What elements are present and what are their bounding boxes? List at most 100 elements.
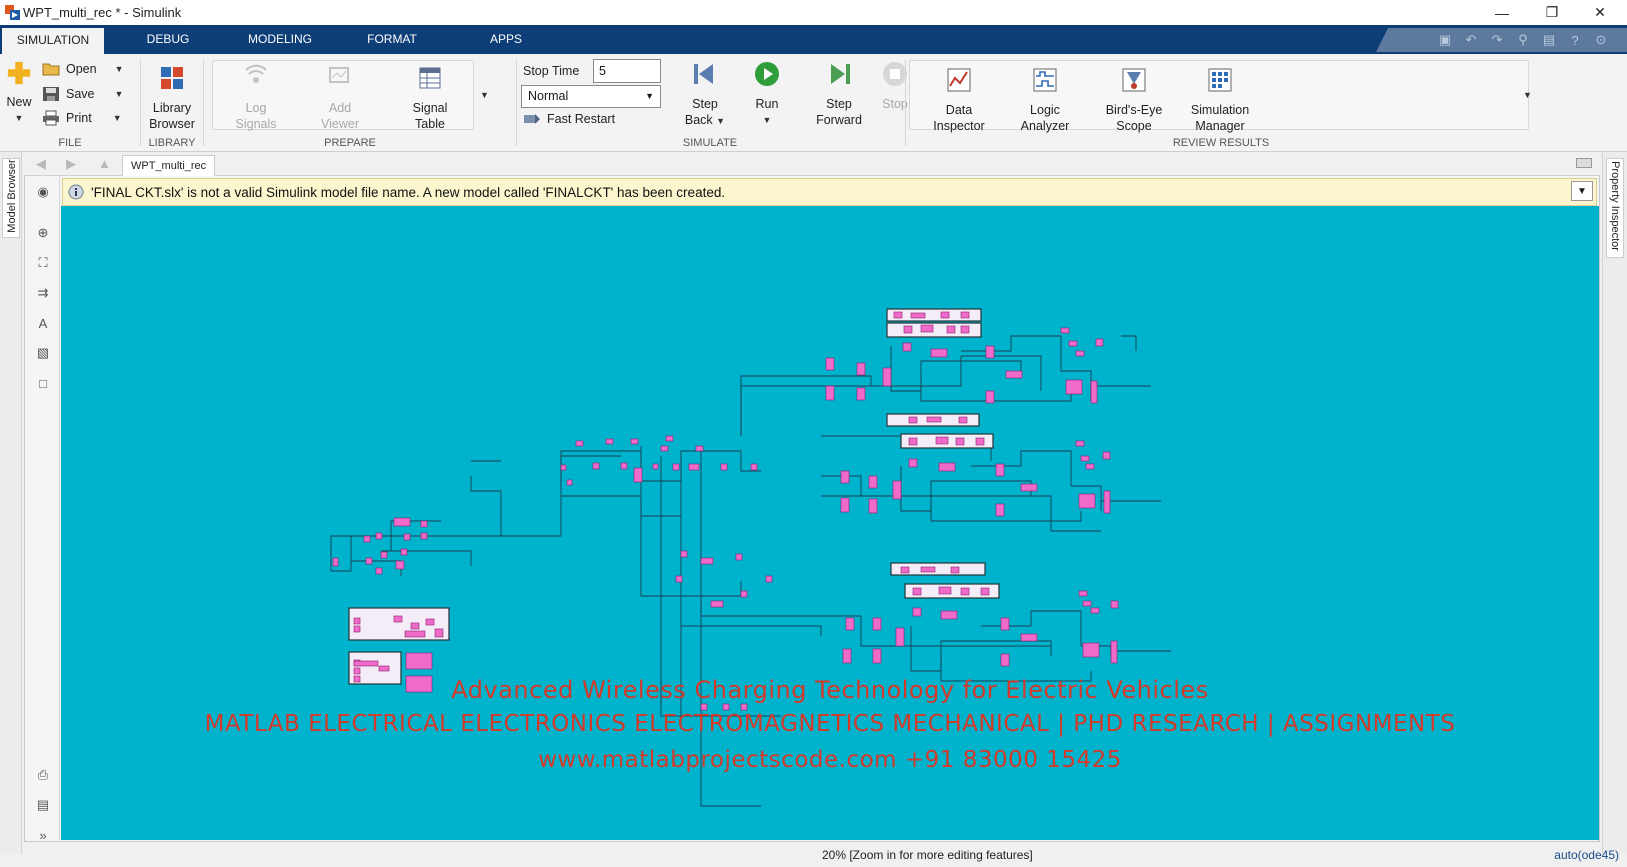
- diagram-block[interactable]: [1090, 607, 1100, 614]
- diagram-block[interactable]: [675, 575, 683, 583]
- diagram-block[interactable]: [940, 311, 950, 319]
- diagram-block[interactable]: [1075, 350, 1085, 357]
- diagram-block[interactable]: [1110, 600, 1119, 609]
- diagram-block[interactable]: [688, 463, 700, 471]
- back-arrow-icon[interactable]: ◀: [36, 156, 46, 172]
- diagram-block[interactable]: [842, 648, 852, 664]
- diagram-block[interactable]: [1110, 640, 1118, 664]
- minimize-button[interactable]: —: [1480, 0, 1524, 25]
- diagram-block[interactable]: [938, 586, 952, 595]
- diagram-block[interactable]: [410, 622, 420, 630]
- diagram-block[interactable]: [856, 387, 866, 401]
- diagram-block[interactable]: [560, 464, 567, 471]
- close-button[interactable]: ✕: [1578, 0, 1622, 25]
- signal-arrow-icon[interactable]: ⇉: [34, 284, 52, 302]
- diagram-block[interactable]: [840, 470, 850, 484]
- diagram-block[interactable]: [1078, 590, 1088, 597]
- add-viewer-button[interactable]: Add Viewer: [310, 64, 370, 132]
- logic-analyzer-button[interactable]: Logic Analyzer: [1008, 66, 1082, 134]
- diagram-block[interactable]: [425, 618, 435, 626]
- diagram-block[interactable]: [840, 497, 850, 513]
- diagram-block[interactable]: [868, 475, 878, 489]
- diagram-block[interactable]: [353, 660, 379, 667]
- fast-restart-toggle[interactable]: Fast Restart: [523, 112, 615, 126]
- library-browser-button[interactable]: Library Browser: [144, 64, 200, 132]
- diagram-block[interactable]: [710, 600, 724, 608]
- print-button[interactable]: Print ▼: [42, 110, 122, 126]
- diagram-block[interactable]: [378, 665, 390, 672]
- expand-ribbon-icon[interactable]: ⊙: [1589, 29, 1613, 51]
- diagram-block[interactable]: [633, 467, 643, 483]
- diagram-block[interactable]: [353, 625, 361, 633]
- diagram-block[interactable]: [720, 463, 728, 471]
- diagram-block[interactable]: [665, 435, 674, 442]
- diagram-block[interactable]: [750, 463, 758, 471]
- model-canvas[interactable]: Advanced Wireless Charging Technology fo…: [61, 206, 1599, 840]
- layout-icon[interactable]: ▤: [1537, 29, 1561, 51]
- simulation-manager-button[interactable]: Simulation Manager: [1178, 66, 1262, 134]
- diagram-block[interactable]: [605, 438, 614, 445]
- status-solver-link[interactable]: auto(ode45): [1554, 848, 1619, 862]
- diagram-block[interactable]: [892, 480, 902, 500]
- diagram-block[interactable]: [1078, 493, 1096, 509]
- diagram-block[interactable]: [1060, 327, 1070, 334]
- diagram-block[interactable]: [902, 342, 912, 352]
- diagram-block[interactable]: [926, 416, 942, 423]
- diagram-block[interactable]: [985, 390, 995, 404]
- diagram-block[interactable]: [980, 587, 990, 596]
- stop-time-input[interactable]: 5: [593, 59, 661, 83]
- diagram-block[interactable]: [1020, 633, 1038, 642]
- diagram-block[interactable]: [825, 357, 835, 371]
- new-button[interactable]: New ▼: [4, 60, 34, 126]
- tab-modeling[interactable]: MODELING: [234, 25, 326, 54]
- diagram-block[interactable]: [363, 535, 371, 543]
- model-data-icon[interactable]: ▤: [34, 796, 52, 814]
- open-button[interactable]: Open ▼: [42, 62, 124, 76]
- diagram-block[interactable]: [930, 348, 948, 358]
- diagram-block[interactable]: [652, 463, 659, 470]
- diagram-block[interactable]: [1005, 370, 1023, 379]
- diagram-block[interactable]: [1102, 451, 1111, 460]
- step-back-button[interactable]: Step Back ▼: [679, 60, 731, 129]
- diagram-block[interactable]: [735, 553, 743, 561]
- diagram-block[interactable]: [1103, 490, 1111, 514]
- review-gallery-expand-icon[interactable]: ▼: [1523, 90, 1532, 100]
- image-icon[interactable]: ▧: [34, 344, 52, 362]
- diagram-block[interactable]: [566, 479, 573, 486]
- diagram-block[interactable]: [592, 462, 600, 470]
- diagram-block[interactable]: [434, 628, 444, 638]
- diagram-block[interactable]: [960, 311, 970, 319]
- diagram-block[interactable]: [1068, 340, 1078, 347]
- diagram-block[interactable]: [1095, 338, 1104, 347]
- diagram-block[interactable]: [960, 325, 970, 334]
- tab-debug[interactable]: DEBUG: [124, 25, 212, 54]
- run-button[interactable]: Run ▼: [745, 60, 789, 128]
- diagram-block[interactable]: [620, 462, 628, 470]
- simulink-block-diagram[interactable]: [61, 206, 1599, 840]
- diagram-block[interactable]: [825, 385, 835, 401]
- birds-eye-scope-button[interactable]: Bird's-Eye Scope: [1094, 66, 1174, 134]
- search-icon[interactable]: ⚲: [1511, 29, 1535, 51]
- diagram-block[interactable]: [1075, 440, 1085, 447]
- diagram-block[interactable]: [680, 550, 688, 558]
- model-tab[interactable]: WPT_multi_rec: [122, 155, 216, 176]
- diagram-block[interactable]: [1000, 617, 1010, 631]
- diagram-block[interactable]: [955, 437, 965, 446]
- diagram-block[interactable]: [893, 311, 903, 319]
- simulation-mode-select[interactable]: Normal ▼: [521, 85, 661, 108]
- diagram-block[interactable]: [575, 440, 584, 447]
- screenshot-icon[interactable]: ⎙: [34, 766, 52, 784]
- diagram-block[interactable]: [332, 557, 339, 567]
- diagram-block[interactable]: [903, 325, 913, 334]
- diagram-block[interactable]: [395, 560, 405, 570]
- annotation-icon[interactable]: A: [34, 314, 52, 332]
- diagram-block[interactable]: [975, 437, 985, 446]
- tab-apps[interactable]: APPS: [462, 25, 550, 54]
- diagram-block[interactable]: [375, 567, 383, 575]
- area-icon[interactable]: □: [34, 374, 52, 392]
- diagram-block[interactable]: [393, 517, 411, 527]
- diagram-block[interactable]: [400, 548, 408, 556]
- diagram-block[interactable]: [920, 324, 934, 333]
- restore-button[interactable]: ❐: [1530, 0, 1574, 25]
- diagram-block[interactable]: [404, 630, 426, 638]
